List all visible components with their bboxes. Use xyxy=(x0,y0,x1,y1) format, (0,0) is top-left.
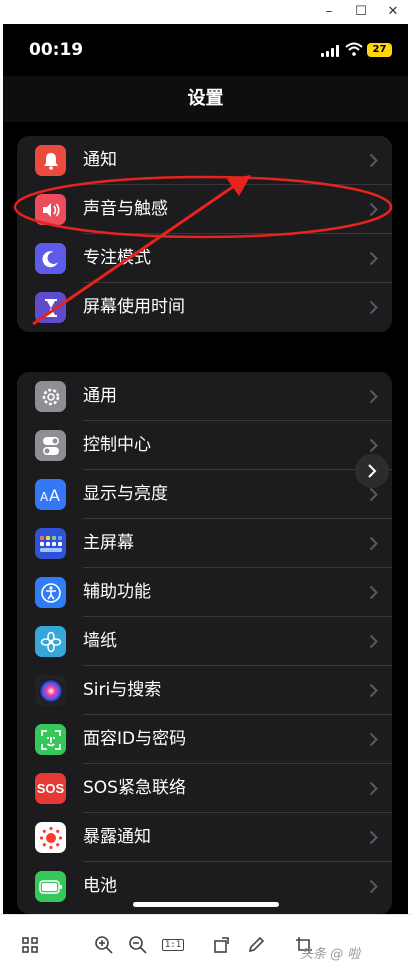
chevron-right-icon xyxy=(369,732,378,751)
minimize-button[interactable]: – xyxy=(318,2,340,22)
wifi-icon xyxy=(345,42,363,56)
settings-row-label: 专注模式 xyxy=(83,248,151,268)
accessibility-icon xyxy=(35,577,66,608)
text-size-icon: AA xyxy=(35,479,66,510)
chevron-right-icon xyxy=(369,251,378,270)
status-time: 00:19 xyxy=(29,40,84,60)
settings-row-label: 电池 xyxy=(83,876,117,896)
settings-row-moon[interactable]: 专注模式 xyxy=(17,234,392,283)
settings-row-label: 墙纸 xyxy=(83,631,117,651)
status-bar: 00:19 27 xyxy=(3,24,408,76)
svg-text:A: A xyxy=(49,486,60,504)
chevron-right-icon xyxy=(369,683,378,702)
home-grid-icon xyxy=(35,528,66,559)
rotate-button[interactable] xyxy=(210,933,234,957)
settings-row-gear[interactable]: 通用 xyxy=(17,372,392,421)
settings-row-label: 面容ID与密码 xyxy=(83,729,187,749)
settings-row-label: 通用 xyxy=(83,386,117,406)
zoom-in-button[interactable] xyxy=(92,933,116,957)
chevron-right-icon xyxy=(369,300,378,319)
settings-row-label: 暴露通知 xyxy=(83,827,151,847)
chevron-right-icon xyxy=(369,389,378,408)
settings-row-notification-bell[interactable]: 通知 xyxy=(17,136,392,185)
siri-icon xyxy=(35,675,66,706)
home-indicator xyxy=(133,902,279,907)
phone-screen: 00:19 27 设置 通知声音与触感专注模式屏幕使用时间 通用控制中心 A A 显示… xyxy=(3,24,408,914)
settings-row-accessibility[interactable]: 辅助功能 xyxy=(17,568,392,617)
hourglass-icon xyxy=(35,292,66,323)
floating-chevron-button[interactable] xyxy=(355,454,389,488)
maximize-button[interactable]: ☐ xyxy=(350,2,372,22)
actual-size-button[interactable]: 1:1 xyxy=(160,933,186,957)
toggles-icon xyxy=(35,430,66,461)
settings-row-siri[interactable]: Siri与搜索 xyxy=(17,666,392,715)
moon-icon xyxy=(35,243,66,274)
chevron-right-icon xyxy=(369,781,378,800)
settings-row-flower[interactable]: 墙纸 xyxy=(17,617,392,666)
edit-button[interactable] xyxy=(244,933,268,957)
zoom-out-button[interactable] xyxy=(126,933,150,957)
settings-row-exposure[interactable]: 暴露通知 xyxy=(17,813,392,862)
gear-icon xyxy=(35,381,66,412)
grid-view-button[interactable] xyxy=(18,933,42,957)
settings-row-label: 屏幕使用时间 xyxy=(83,297,185,317)
settings-row-label: Siri与搜索 xyxy=(83,680,162,700)
actual-size-label: 1:1 xyxy=(161,939,185,951)
page-title: 设置 xyxy=(3,76,408,122)
chevron-right-icon xyxy=(369,202,378,221)
settings-row-label: 控制中心 xyxy=(83,435,151,455)
chevron-right-icon xyxy=(369,487,378,506)
exposure-icon xyxy=(35,822,66,853)
settings-group-1: 通知声音与触感专注模式屏幕使用时间 xyxy=(17,136,392,332)
rotate-icon xyxy=(214,937,229,953)
chevron-right-icon xyxy=(369,830,378,849)
face-id-icon xyxy=(35,724,66,755)
chevron-right-icon xyxy=(369,634,378,653)
chevron-right-icon xyxy=(369,536,378,555)
flower-icon xyxy=(35,626,66,657)
viewer-toolbar: 1:1 头条 @ 啦 xyxy=(0,914,411,980)
close-button[interactable]: ✕ xyxy=(382,2,404,22)
svg-text:A: A xyxy=(40,490,49,504)
grid-icon xyxy=(22,937,38,953)
settings-row-label: 主屏幕 xyxy=(83,533,134,553)
cellular-signal-icon xyxy=(321,45,339,57)
settings-row-label: SOS紧急联络 xyxy=(83,778,186,798)
watermark-text: 头条 @ 啦 xyxy=(300,947,361,962)
settings-row-hourglass[interactable]: 屏幕使用时间 xyxy=(17,283,392,332)
chevron-right-icon xyxy=(368,464,377,478)
settings-row-label: 通知 xyxy=(83,150,117,170)
window-title-bar: – ☐ ✕ xyxy=(0,0,411,24)
notification-bell-icon xyxy=(35,145,66,176)
pencil-icon xyxy=(248,936,265,953)
settings-row-text-size[interactable]: A A 显示与亮度 xyxy=(17,470,392,519)
settings-row-toggles[interactable]: 控制中心 xyxy=(17,421,392,470)
speaker-icon xyxy=(35,194,66,225)
zoom-in-icon xyxy=(95,936,113,954)
settings-row-label: 声音与触感 xyxy=(83,199,168,219)
settings-row-sos[interactable]: SOS SOS紧急联络 xyxy=(17,764,392,813)
settings-row-home-grid[interactable]: 主屏幕 xyxy=(17,519,392,568)
chevron-right-icon xyxy=(369,153,378,172)
settings-row-label: 显示与亮度 xyxy=(83,484,168,504)
chevron-right-icon xyxy=(369,585,378,604)
settings-group-2: 通用 控制中心 A A 显示与亮度 主屏幕 辅助功能 墙纸 Siri与搜索 面容ID与密码 SOS S… xyxy=(17,372,392,914)
sos-icon: SOS xyxy=(35,773,66,804)
zoom-out-icon xyxy=(129,936,147,954)
settings-row-speaker[interactable]: 声音与触感 xyxy=(17,185,392,234)
settings-row-label: 辅助功能 xyxy=(83,582,151,602)
chevron-right-icon xyxy=(369,879,378,898)
battery-icon xyxy=(35,871,66,902)
settings-row-face-id[interactable]: 面容ID与密码 xyxy=(17,715,392,764)
battery-level: 27 xyxy=(367,43,392,57)
